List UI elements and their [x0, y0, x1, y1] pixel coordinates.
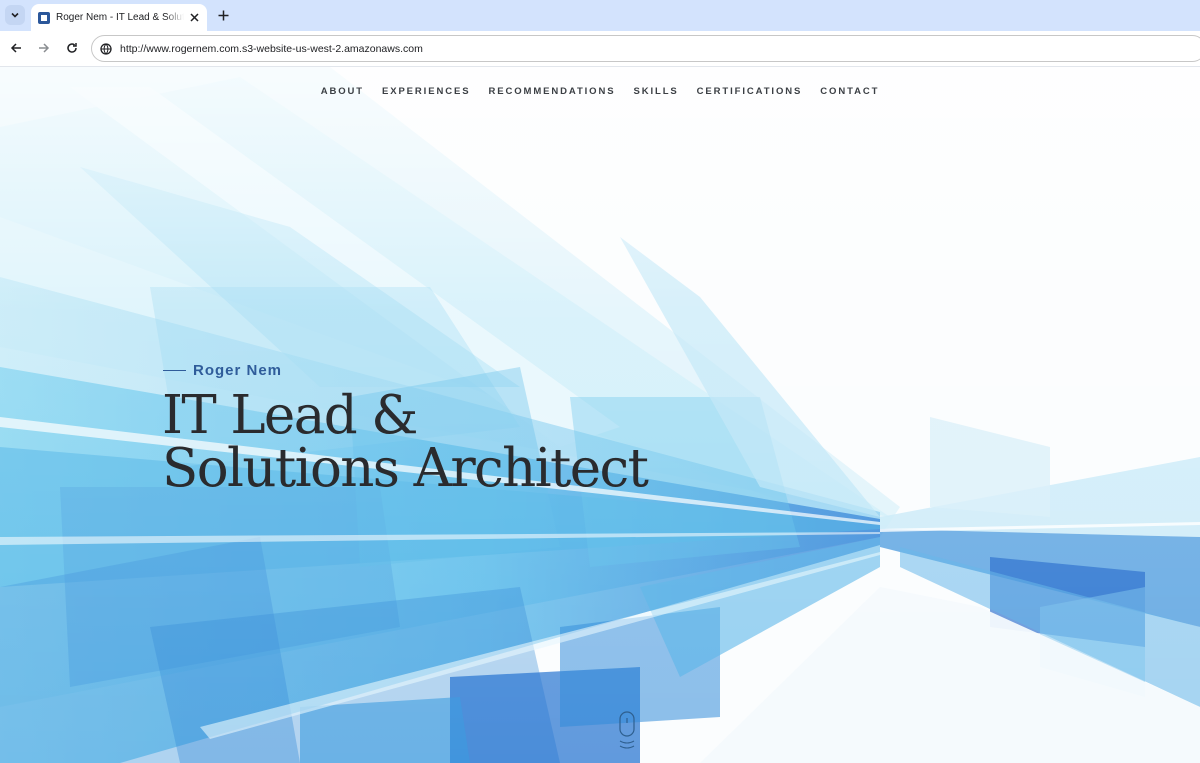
browser-tab[interactable]: Roger Nem - IT Lead & Solutions Architec…: [31, 4, 207, 31]
tab-title: Roger Nem - IT Lead & Solutions Architec…: [56, 12, 184, 23]
tab-close-button[interactable]: [187, 10, 201, 24]
nav-link-recommendations[interactable]: RECOMMENDATIONS: [488, 86, 615, 97]
new-tab-button[interactable]: [215, 7, 231, 23]
forward-button[interactable]: [35, 39, 53, 57]
browser-tab-strip: Roger Nem - IT Lead & Solutions Architec…: [0, 0, 1200, 31]
back-button[interactable]: [7, 39, 25, 57]
hero-kicker: Roger Nem: [163, 362, 282, 379]
tab-search-button[interactable]: [5, 5, 25, 25]
hero-title: IT Lead & Solutions Architect: [162, 389, 782, 495]
nav-link-contact[interactable]: CONTACT: [820, 86, 879, 97]
plus-icon: [218, 10, 228, 20]
nav-link-about[interactable]: ABOUT: [321, 86, 364, 97]
reload-button[interactable]: [63, 39, 81, 57]
hero-title-line-1: IT Lead &: [162, 385, 418, 446]
kicker-divider: [163, 369, 186, 372]
mouse-scroll-icon[interactable]: [616, 710, 638, 756]
forward-arrow-icon: [39, 43, 50, 53]
hero-name: Roger Nem: [193, 362, 283, 379]
site-navigation: ABOUT EXPERIENCES RECOMMENDATIONS SKILLS…: [0, 86, 1200, 97]
reload-icon: [67, 43, 77, 53]
page-viewport: ABOUT EXPERIENCES RECOMMENDATIONS SKILLS…: [0, 67, 1200, 763]
back-arrow-icon: [10, 43, 21, 53]
chevron-down-icon: [11, 12, 19, 18]
site-info-button[interactable]: [99, 42, 113, 56]
hero-title-line-2: Solutions Architect: [162, 438, 649, 499]
nav-link-experiences[interactable]: EXPERIENCES: [382, 86, 470, 97]
globe-icon: [100, 42, 112, 55]
address-bar[interactable]: http://www.rogernem.com.s3-website-us-we…: [91, 35, 1200, 62]
url-text[interactable]: http://www.rogernem.com.s3-website-us-we…: [120, 43, 423, 55]
site-favicon: [38, 11, 50, 24]
close-icon: [189, 12, 199, 22]
nav-link-skills[interactable]: SKILLS: [633, 86, 678, 97]
nav-link-certifications[interactable]: CERTIFICATIONS: [697, 86, 803, 97]
browser-toolbar: http://www.rogernem.com.s3-website-us-we…: [0, 31, 1200, 67]
